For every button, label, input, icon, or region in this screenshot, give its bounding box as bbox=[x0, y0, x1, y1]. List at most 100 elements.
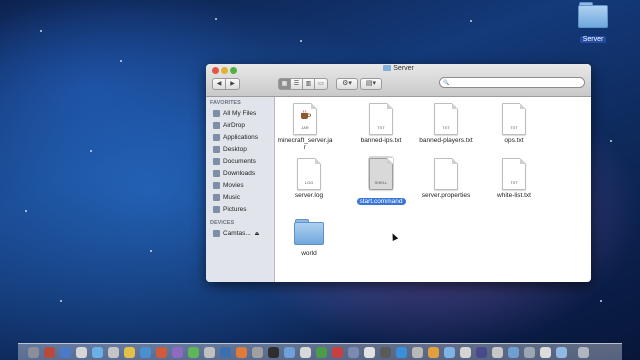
dock-app-icon[interactable] bbox=[124, 347, 135, 358]
sidebar-item-desktop[interactable]: Desktop bbox=[206, 144, 274, 156]
trash-icon[interactable] bbox=[578, 347, 589, 358]
log-file-icon: LOG bbox=[297, 158, 321, 190]
all-files-icon bbox=[213, 109, 220, 117]
file-item-ops[interactable]: TXT ops.txt bbox=[482, 103, 546, 144]
file-name: world bbox=[301, 250, 317, 257]
file-grid: JAR minecraft_server.ja r TXT banned-ips.… bbox=[275, 97, 591, 282]
star bbox=[470, 20, 472, 22]
sidebar-item-downloads[interactable]: Downloads bbox=[206, 168, 274, 180]
dock-app-icon[interactable] bbox=[316, 347, 327, 358]
finder-dock-icon[interactable] bbox=[28, 347, 39, 358]
sidebar-item-movies[interactable]: Movies bbox=[206, 180, 274, 192]
sidebar-item-pictures[interactable]: Pictures bbox=[206, 204, 274, 216]
sidebar-item-airdrop[interactable]: AirDrop bbox=[206, 120, 274, 132]
star bbox=[25, 210, 27, 212]
star bbox=[215, 18, 217, 20]
dock-app-icon[interactable] bbox=[108, 347, 119, 358]
coverflow-view-button[interactable]: ▭ bbox=[315, 79, 327, 89]
forward-button[interactable]: ▶ bbox=[226, 79, 239, 89]
icon-view-button[interactable]: ▦ bbox=[279, 79, 291, 89]
file-item-server-log[interactable]: LOG server.log bbox=[277, 158, 341, 199]
txt-file-icon: TXT bbox=[502, 103, 526, 135]
file-item-white-list[interactable]: TXT white-list.txt bbox=[482, 158, 546, 199]
applications-icon bbox=[213, 133, 220, 141]
dock-app-icon[interactable] bbox=[492, 347, 503, 358]
dock-folder-icon[interactable] bbox=[556, 347, 567, 358]
file-name: server.properties bbox=[421, 192, 471, 199]
desktop-server-folder[interactable]: Server bbox=[576, 2, 610, 46]
dock-app-icon[interactable] bbox=[524, 347, 535, 358]
list-view-button[interactable]: ☰ bbox=[291, 79, 303, 89]
dock-app-icon[interactable] bbox=[252, 347, 263, 358]
dock-app-icon[interactable] bbox=[92, 347, 103, 358]
dock-app-icon[interactable] bbox=[412, 347, 423, 358]
shell-script-icon: SHELL bbox=[369, 158, 393, 190]
dock-app-icon[interactable] bbox=[348, 347, 359, 358]
file-name: white-list.txt bbox=[497, 192, 531, 199]
dock-app-icon[interactable] bbox=[156, 347, 167, 358]
selection-highlight: SHELL bbox=[368, 156, 394, 190]
star bbox=[150, 250, 152, 252]
dock bbox=[18, 343, 622, 360]
back-button[interactable]: ◀ bbox=[213, 79, 226, 89]
file-item-start-command[interactable]: SHELL start.command bbox=[349, 156, 413, 208]
dock-app-icon[interactable] bbox=[508, 347, 519, 358]
pictures-icon bbox=[213, 205, 220, 213]
txt-file-icon: TXT bbox=[369, 103, 393, 135]
arrange-menu-button[interactable]: ▤▾ bbox=[360, 78, 382, 90]
sidebar-item-documents[interactable]: Documents bbox=[206, 156, 274, 168]
action-menu-button[interactable]: ⚙▾ bbox=[336, 78, 358, 90]
dock-app-icon[interactable] bbox=[268, 347, 279, 358]
file-item-banned-players[interactable]: TXT banned-players.txt bbox=[414, 103, 478, 144]
folder-item-world[interactable]: world bbox=[277, 219, 341, 257]
file-name: banned-players.txt bbox=[419, 137, 473, 144]
window-title: Server bbox=[206, 65, 591, 72]
sidebar-item-music[interactable]: Music bbox=[206, 192, 274, 204]
sidebar-item-applications[interactable]: Applications bbox=[206, 132, 274, 144]
sidebar-item-all-my-files[interactable]: All My Files bbox=[206, 108, 274, 120]
file-name: server.log bbox=[294, 192, 324, 199]
dock-app-icon[interactable] bbox=[364, 347, 375, 358]
dock-app-icon[interactable] bbox=[140, 347, 151, 358]
dock-app-icon[interactable] bbox=[396, 347, 407, 358]
sidebar: FAVORITES All My Files AirDrop Applicati… bbox=[206, 97, 275, 282]
eject-icon[interactable]: ⏏ bbox=[255, 231, 260, 237]
file-name: banned-ips.txt bbox=[360, 137, 402, 144]
folder-icon bbox=[294, 219, 324, 245]
star bbox=[60, 300, 62, 302]
dock-app-icon[interactable] bbox=[220, 347, 231, 358]
desktop-icon bbox=[213, 145, 220, 153]
dock-app-icon[interactable] bbox=[332, 347, 343, 358]
file-item-server-properties[interactable]: server.properties bbox=[414, 158, 478, 199]
view-switcher: ▦ ☰ ▥ ▭ bbox=[278, 78, 328, 90]
star bbox=[40, 30, 42, 32]
search-icon: 🔍 bbox=[443, 80, 450, 86]
star bbox=[600, 300, 602, 302]
movies-icon bbox=[213, 181, 220, 189]
dock-app-icon[interactable] bbox=[188, 347, 199, 358]
title-bar[interactable]: Server ◀ ▶ ▦ ☰ ▥ ▭ ⚙▾ ▤▾ 🔍 bbox=[206, 64, 591, 97]
devices-header: DEVICES bbox=[210, 220, 235, 226]
file-item-banned-ips[interactable]: TXT banned-ips.txt bbox=[349, 103, 413, 144]
dock-app-icon[interactable] bbox=[380, 347, 391, 358]
dock-app-icon[interactable] bbox=[444, 347, 455, 358]
file-item-minecraft-server-jar[interactable]: JAR minecraft_server.ja r bbox=[273, 103, 337, 151]
favorites-header: FAVORITES bbox=[210, 100, 241, 106]
txt-file-icon: TXT bbox=[434, 103, 458, 135]
dock-app-icon[interactable] bbox=[204, 347, 215, 358]
dock-app-icon[interactable] bbox=[76, 347, 87, 358]
dock-app-icon[interactable] bbox=[460, 347, 471, 358]
dock-app-icon[interactable] bbox=[300, 347, 311, 358]
dock-app-icon[interactable] bbox=[172, 347, 183, 358]
column-view-button[interactable]: ▥ bbox=[303, 79, 315, 89]
sidebar-item-camtasia[interactable]: Camtas... ⏏ bbox=[206, 228, 274, 240]
dock-app-icon[interactable] bbox=[540, 347, 551, 358]
dock-app-icon[interactable] bbox=[476, 347, 487, 358]
search-field[interactable]: 🔍 bbox=[439, 77, 585, 88]
dock-app-icon[interactable] bbox=[236, 347, 247, 358]
txt-file-icon: TXT bbox=[502, 158, 526, 190]
dock-app-icon[interactable] bbox=[60, 347, 71, 358]
dock-app-icon[interactable] bbox=[428, 347, 439, 358]
dock-app-icon[interactable] bbox=[44, 347, 55, 358]
dock-app-icon[interactable] bbox=[284, 347, 295, 358]
